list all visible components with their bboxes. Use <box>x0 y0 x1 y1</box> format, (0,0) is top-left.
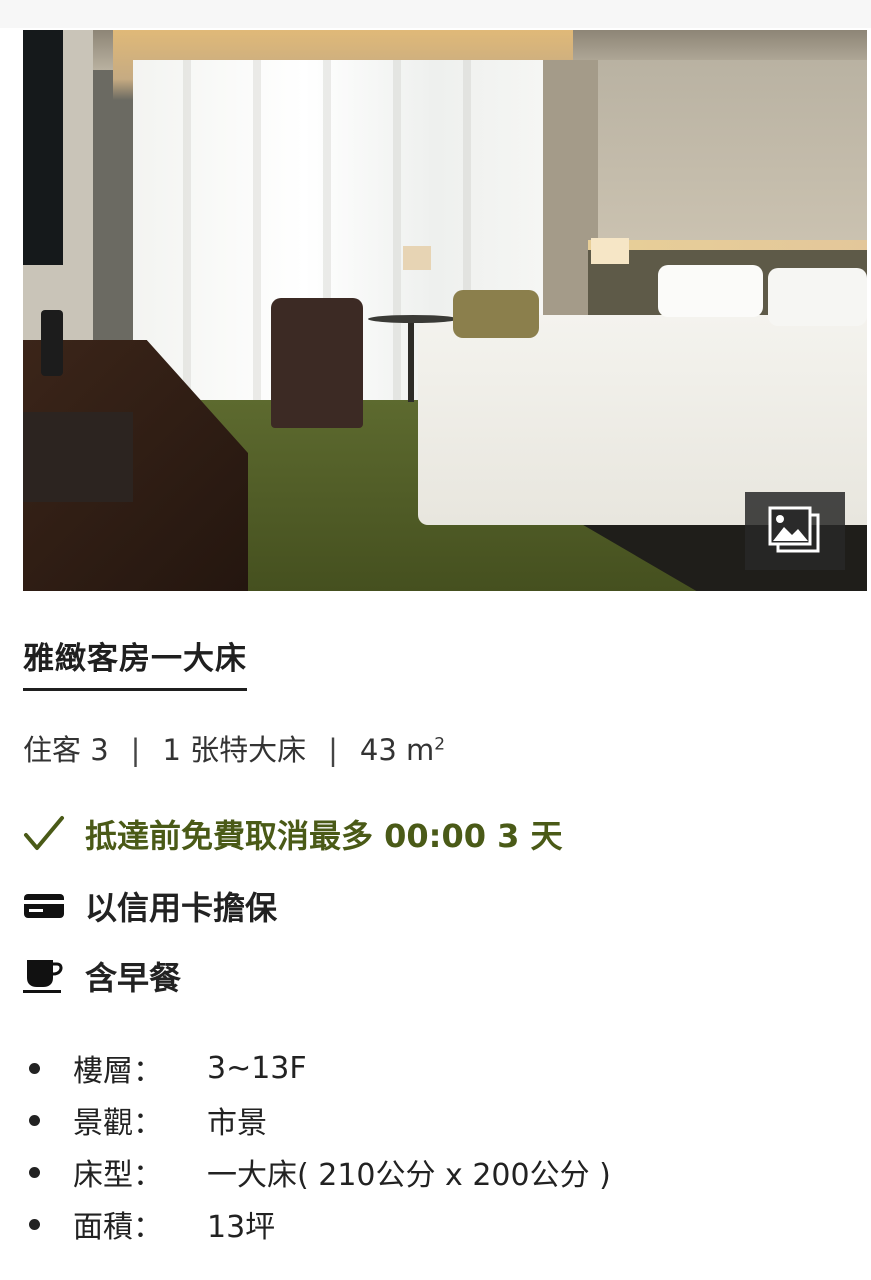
list-item: 景觀： 市景 <box>23 1094 611 1146</box>
credit-card-icon <box>23 885 65 927</box>
guarantee-text: 以信用卡擔保 <box>85 889 278 927</box>
list-item: 樓層： 3~13F <box>23 1042 611 1094</box>
bullet <box>29 1218 40 1230</box>
check-icon <box>23 813 65 855</box>
list-item: 床型： 一大床( 210公分 x 200公分 ) <box>23 1146 611 1198</box>
room-area: 43 m2 <box>359 733 446 767</box>
room-specs: 住客 3 | 1 张特大床 | 43 m2 <box>23 727 445 769</box>
bullet <box>29 1166 40 1178</box>
coffee-cup-icon <box>23 955 65 997</box>
room-photo[interactable] <box>23 30 867 591</box>
breakfast-text: 含早餐 <box>85 959 182 997</box>
cancellation-text: 抵達前免費取消最多 00:00 3 天 <box>85 817 563 855</box>
divider: | <box>328 733 338 767</box>
gallery-icon <box>768 506 820 553</box>
guests-count: 住客 3 <box>23 733 109 767</box>
room-details-list: 樓層： 3~13F 景觀： 市景 床型： 一大床( 210公分 x 200公分 ) 面… <box>23 1042 611 1250</box>
bed-info: 1 张特大床 <box>162 733 307 767</box>
gallery-button[interactable] <box>745 492 845 570</box>
credit-card-guarantee: 以信用卡擔保 <box>23 883 277 929</box>
breakfast-included: 含早餐 <box>23 953 181 999</box>
bullet <box>29 1062 40 1074</box>
list-item: 面積： 13坪 <box>23 1198 611 1250</box>
divider: | <box>130 733 141 767</box>
bullet <box>29 1114 40 1126</box>
free-cancellation: 抵達前免費取消最多 00:00 3 天 <box>23 811 563 857</box>
top-strip <box>0 0 871 28</box>
room-title-wrap: 雅緻客房一大床 <box>23 633 247 691</box>
room-title: 雅緻客房一大床 <box>23 633 247 691</box>
